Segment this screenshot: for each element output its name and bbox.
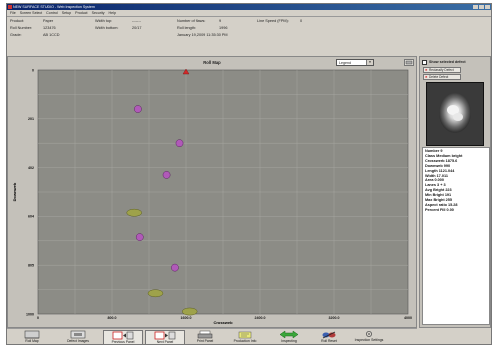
previous-panel-icon [112, 331, 134, 340]
legend-select-value: Legend [339, 61, 351, 65]
inspecting-button[interactable]: Inspecting [269, 330, 309, 344]
line-speed-value: 0 [300, 19, 303, 23]
defect-images-icon [70, 330, 86, 339]
roll-map-button[interactable]: Roll Map [11, 330, 53, 344]
delete-label: Delete Defect [429, 75, 449, 79]
grade-label: Grade: [10, 33, 22, 37]
map-options-icon [405, 60, 413, 65]
close-button[interactable] [485, 5, 490, 9]
defect-image [426, 82, 484, 146]
printer-icon [197, 330, 213, 339]
previous-panel-button[interactable]: Previous Panel [103, 330, 143, 344]
inspecting-label: Inspecting [281, 339, 297, 343]
defect-marker-circle[interactable] [175, 139, 184, 148]
width-top-label: Width top: [95, 19, 113, 23]
roll-map-label: Roll Map [25, 339, 39, 343]
production-info-label: Production Info [233, 339, 257, 343]
y-tick-label: 402 [28, 166, 34, 170]
defect-marker-circle[interactable] [134, 105, 142, 113]
maximize-button[interactable] [479, 5, 484, 9]
production-info-button[interactable]: Production Info [225, 330, 265, 344]
roll-number-value: 123476 [43, 26, 56, 30]
defect-marker-circle[interactable] [171, 263, 179, 272]
defect-marker-ellipse[interactable] [126, 208, 142, 217]
reclassify-label: Reclassify Defect [429, 68, 454, 72]
y-axis-label: Downweb [12, 182, 17, 201]
roll-reset-label: Roll Reset [321, 339, 337, 343]
roll-map-header: Roll Map Legend ▼ [10, 59, 414, 67]
defect-marker-circle[interactable] [135, 233, 144, 241]
defect-detail-panel: Show selected defect ✕ Reclassify Defect … [419, 56, 491, 328]
print-panel-label: Print Panel [196, 339, 214, 343]
roll-map-icon [24, 330, 40, 339]
production-info-icon [238, 331, 252, 339]
width-top-value: ------- [132, 19, 141, 23]
x-tick-label: 3200.0 [329, 316, 340, 320]
roll-length-label: Roll length: [177, 26, 196, 30]
chevron-down-icon: ▼ [366, 60, 373, 65]
app-title: NEW SURFACE STUDIO - Web Inspection Syst… [13, 5, 95, 9]
next-panel-label: Next Panel [156, 340, 174, 344]
x-tick-label: 2400.0 [255, 316, 266, 320]
window-controls [473, 5, 490, 9]
y-tick-label: 604 [28, 215, 34, 219]
roll-reset-button[interactable]: Roll Reset [311, 330, 347, 344]
delete-icon: ✕ [425, 75, 428, 79]
line-speed-label: Line Speed (FPM): [257, 19, 289, 23]
print-panel-button[interactable]: Print Panel [187, 330, 223, 344]
show-selected-defect-label: Show selected defect [429, 60, 466, 64]
product-label: Product: [10, 19, 25, 23]
defect-details: Number 9 Class Medium bright Crosswerb 1… [422, 147, 490, 325]
delete-defect-button[interactable]: ✕ Delete Defect [423, 74, 461, 80]
map-options-button[interactable] [404, 59, 414, 66]
legend-select[interactable]: Legend ▼ [336, 59, 374, 66]
y-tick-label: 201 [28, 117, 34, 121]
roll-length-value: 1996 [219, 26, 228, 30]
checkbox-icon [422, 59, 427, 65]
show-selected-defect-checkbox[interactable]: Show selected defect [422, 59, 490, 65]
detail-percent-fill: Percent Fill 0.00 [425, 207, 454, 212]
x-tick-label: 800.0 [108, 316, 117, 320]
defect-images-button[interactable]: Defect Images [57, 330, 99, 344]
inspection-settings-label: Inspection Settings [354, 338, 384, 342]
grade-value: AB 1CCD [43, 33, 60, 37]
y-tick-label: 805 [28, 264, 34, 268]
next-panel-icon [154, 331, 176, 340]
y-tick-label: 0 [32, 68, 34, 72]
roll-map-chart[interactable]: 0 800.0 1600.0 2400.0 3200.0 4000 0 201 402 604 80… [8, 57, 416, 327]
x-tick-label: 4000 [404, 316, 412, 320]
inspection-settings-button[interactable]: Inspection Settings [349, 330, 389, 344]
width-bottom-value: 20/17 [132, 26, 142, 30]
app-window: NEW SURFACE STUDIO - Web Inspection Syst… [6, 3, 492, 345]
defects-label: Number of flaws: [177, 19, 206, 23]
app-icon [8, 5, 12, 9]
defect-images-label: Defect Images [67, 339, 89, 343]
reclassify-icon: ✕ [425, 68, 428, 72]
width-bottom-label: Width bottom: [95, 26, 119, 30]
production-info-panel: Product: Paper Roll Number: 123476 Grade… [7, 16, 491, 56]
inspection-settings-icon [366, 331, 372, 337]
x-tick-label: 1600.0 [181, 316, 192, 320]
roll-number-label: Roll Number: [10, 26, 33, 30]
defects-value: 9 [219, 19, 222, 23]
defect-marker-circle[interactable] [162, 171, 171, 179]
roll-map-panel: 0 800.0 1600.0 2400.0 3200.0 4000 0 201 402 604 80… [7, 56, 417, 328]
bottom-toolbar: Roll Map Defect Images Previous Panel Ne… [7, 328, 417, 344]
product-value: Paper [43, 19, 54, 23]
x-tick-label: 0 [37, 316, 39, 320]
defect-marker-ellipse[interactable] [147, 289, 164, 298]
defect-marker-ellipse[interactable] [181, 307, 198, 316]
y-tick-label: 1000 [26, 312, 34, 316]
minimize-button[interactable] [473, 5, 478, 9]
x-axis-label: Crossweb [213, 320, 233, 325]
next-panel-button[interactable]: Next Panel [145, 330, 185, 344]
reclassify-defect-button[interactable]: ✕ Reclassify Defect [423, 67, 461, 73]
roll-reset-icon [322, 331, 336, 339]
previous-panel-label: Previous Panel [111, 340, 135, 344]
inspecting-icon [279, 330, 299, 339]
date-time: January 19,2009 11:35:30 PM [177, 33, 228, 37]
